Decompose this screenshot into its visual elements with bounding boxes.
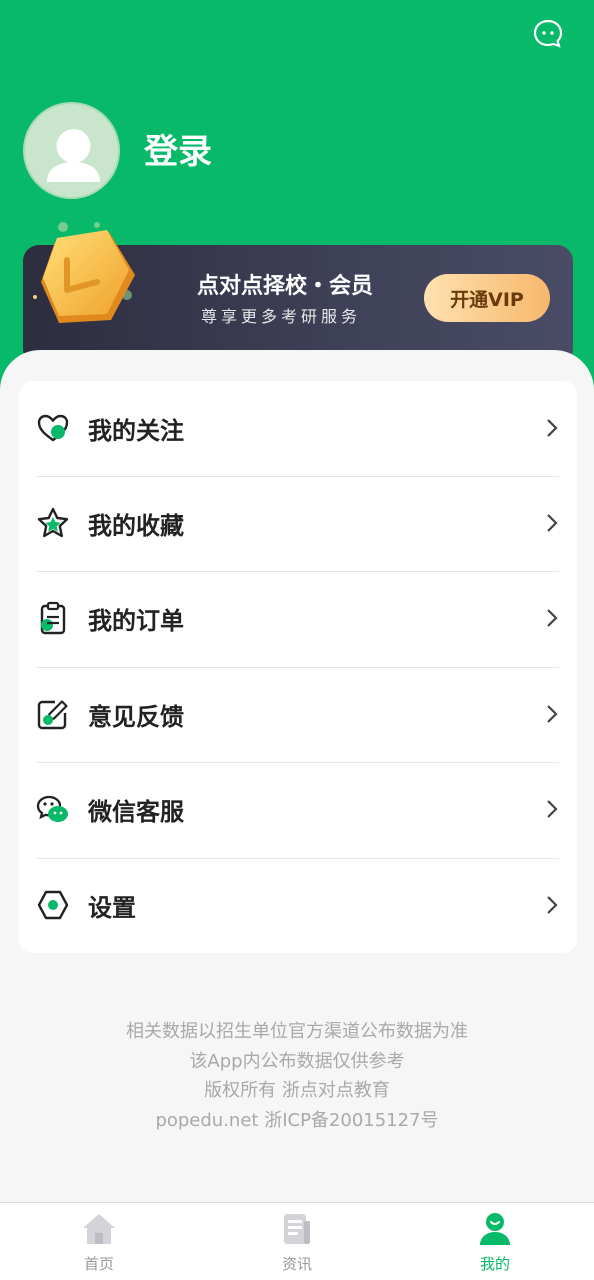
menu-list: 我的关注 我的收藏 我的订单 意见反馈 微信客服 设置	[19, 381, 577, 953]
menu-item-label: 我的订单	[88, 607, 184, 635]
chevron-right-icon	[547, 896, 558, 914]
footer-line: 相关数据以招生单位官方渠道公布数据为准	[126, 1021, 468, 1042]
footer-line: popedu.net 浙ICP备20015127号	[155, 1109, 439, 1131]
vip-badge-icon	[33, 222, 135, 323]
wechat-icon	[36, 795, 68, 822]
menu-item-label: 我的收藏	[88, 512, 184, 540]
home-icon	[83, 1214, 115, 1244]
open-vip-button[interactable]: 开通VIP	[424, 274, 550, 322]
footer-disclaimer: 相关数据以招生单位官方渠道公布数据为准 该App内公布数据仅供参考 版权所有 浙…	[0, 1017, 594, 1135]
clipboard-icon	[40, 601, 66, 635]
menu-item-label: 我的关注	[88, 417, 184, 445]
vip-title: 点对点择校・会员	[197, 274, 374, 299]
chevron-right-icon	[547, 800, 558, 818]
menu-item-label: 意见反馈	[88, 703, 184, 731]
settings-icon	[37, 890, 69, 920]
menu-item-wechat-support[interactable]: 微信客服	[19, 762, 577, 857]
user-placeholder-icon	[47, 129, 100, 182]
menu-item-label: 微信客服	[88, 798, 184, 826]
star-icon	[37, 507, 69, 538]
chevron-right-icon	[547, 514, 558, 532]
tab-news[interactable]: 资讯	[198, 1203, 396, 1280]
profile-icon	[480, 1213, 510, 1245]
news-icon	[284, 1214, 310, 1244]
chevron-right-icon	[547, 705, 558, 723]
footer-line: 版权所有 浙点对点教育	[204, 1080, 390, 1101]
edit-icon	[37, 700, 68, 730]
menu-item-settings[interactable]: 设置	[19, 858, 577, 953]
menu-item-favorites[interactable]: 我的收藏	[19, 476, 577, 571]
menu-item-label: 设置	[88, 894, 136, 922]
avatar[interactable]	[23, 102, 120, 199]
login-link[interactable]: 登录	[144, 124, 212, 173]
footer-line: 该App内公布数据仅供参考	[189, 1050, 405, 1072]
menu-item-orders[interactable]: 我的订单	[19, 571, 577, 666]
tab-label: 资讯	[281, 1255, 312, 1273]
menu-item-follow[interactable]: 我的关注	[19, 381, 577, 476]
heart-icon	[37, 414, 69, 442]
tab-label: 我的	[479, 1255, 510, 1273]
tab-profile[interactable]: 我的	[396, 1203, 594, 1280]
tab-label: 首页	[83, 1255, 114, 1273]
chevron-right-icon	[547, 609, 558, 627]
chat-bubble-icon[interactable]	[532, 18, 564, 50]
chevron-right-icon	[547, 419, 558, 437]
menu-item-feedback[interactable]: 意见反馈	[19, 667, 577, 762]
tab-home[interactable]: 首页	[0, 1203, 198, 1280]
bottom-tab-bar: 首页 资讯 我的	[0, 1202, 594, 1280]
vip-subtitle: 尊享更多考研服务	[201, 307, 362, 326]
